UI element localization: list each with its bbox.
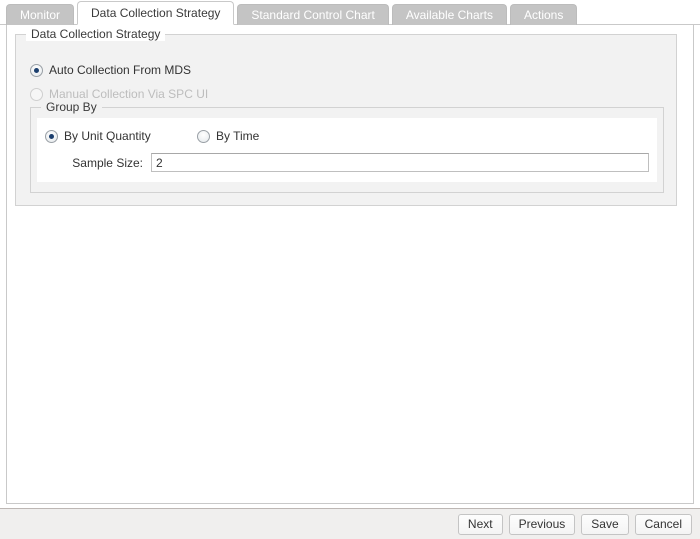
application-window: Monitor Data Collection Strategy Standar…: [0, 0, 700, 539]
group-by-groupbox: Group By By Unit Quantity By Time Sample…: [30, 100, 664, 193]
tab-actions-label: Actions: [524, 8, 564, 22]
sample-size-input[interactable]: [151, 153, 649, 172]
radio-by-unit-quantity-label: By Unit Quantity: [64, 129, 151, 143]
previous-button[interactable]: Previous: [508, 513, 576, 535]
tab-monitor-label: Monitor: [20, 8, 61, 22]
next-button[interactable]: Next: [457, 513, 503, 535]
data-collection-strategy-groupbox: Data Collection Strategy Auto Collection…: [15, 27, 677, 206]
radio-button-icon-manual-collection: [30, 87, 43, 101]
radio-auto-collection-from-mds[interactable]: Auto Collection From MDS: [30, 63, 191, 77]
group-by-content-panel: By Unit Quantity By Time Sample Size:: [37, 118, 657, 182]
radio-button-icon-auto-collection[interactable]: [30, 63, 43, 77]
tab-data-collection-strategy[interactable]: Data Collection Strategy: [77, 1, 235, 25]
tab-bar: Monitor Data Collection Strategy Standar…: [0, 0, 700, 25]
tab-standard-control-chart[interactable]: Standard Control Chart: [237, 4, 389, 25]
radio-by-time[interactable]: By Time: [197, 129, 259, 143]
data-collection-strategy-groupbox-title: Data Collection Strategy: [26, 27, 166, 41]
tab-content-panel: Data Collection Strategy Auto Collection…: [6, 24, 694, 504]
tab-monitor[interactable]: Monitor: [6, 4, 75, 25]
radio-by-time-label: By Time: [216, 129, 260, 143]
tab-standard-control-chart-label: Standard Control Chart: [251, 8, 375, 22]
tab-available-charts[interactable]: Available Charts: [391, 4, 507, 25]
tab-available-charts-label: Available Charts: [405, 8, 493, 22]
radio-button-icon-by-time[interactable]: [197, 129, 210, 143]
sample-size-label: Sample Size:: [72, 155, 143, 170]
radio-button-icon-by-unit-quantity[interactable]: [45, 129, 58, 143]
tab-actions[interactable]: Actions: [510, 4, 578, 25]
radio-auto-collection-label: Auto Collection From MDS: [49, 63, 192, 77]
sample-size-field-row: Sample Size:: [45, 153, 649, 172]
radio-manual-collection-via-spc-ui: Manual Collection Via SPC UI: [30, 87, 208, 101]
radio-by-unit-quantity[interactable]: By Unit Quantity: [45, 129, 151, 143]
radio-manual-collection-label: Manual Collection Via SPC UI: [49, 87, 209, 101]
save-button[interactable]: Save: [581, 513, 629, 535]
tab-data-collection-strategy-label: Data Collection Strategy: [91, 6, 221, 20]
dialog-footer-bar: Next Previous Save Cancel: [0, 508, 700, 539]
cancel-button[interactable]: Cancel: [634, 513, 692, 535]
group-by-groupbox-title: Group By: [41, 100, 102, 114]
